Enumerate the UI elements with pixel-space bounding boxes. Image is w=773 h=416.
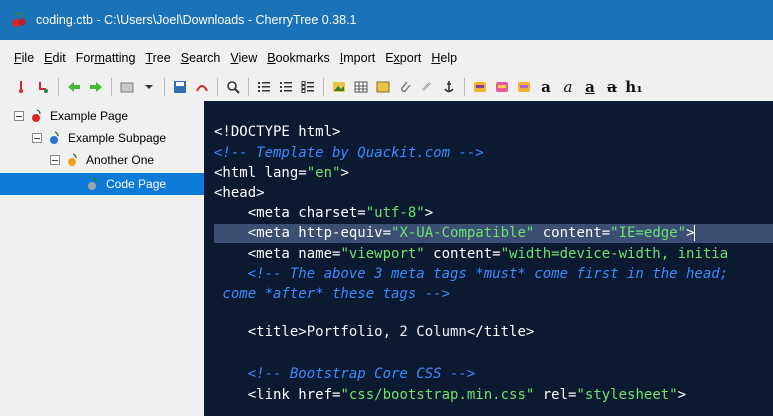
code-line: <!-- Bootstrap Core CSS --> [214,366,476,382]
menu-item-bookmarks[interactable]: Bookmarks [267,51,330,65]
menu-item-edit[interactable]: Edit [44,51,66,65]
code-line: <!DOCTYPE html> [214,124,341,140]
tree-node-example-subpage[interactable]: Example Subpage [0,127,204,149]
node-tree[interactable]: Example Page Example Subpage Another One… [0,101,204,416]
numbered-list-icon[interactable] [275,76,297,98]
save-icon[interactable] [169,76,191,98]
heading1-button[interactable]: h₁ [623,76,645,98]
cherry-gray-icon [86,177,100,191]
collapse-icon[interactable] [32,133,42,143]
menu-item-file[interactable]: File [14,51,34,65]
add-subnode-icon[interactable] [32,76,54,98]
menu-bar: File Edit Formatting Tree Search View Bookmark… [0,47,773,69]
code-line: <meta charset="utf-8"> [214,205,434,221]
todo-list-icon[interactable] [297,76,319,98]
menu-item-search[interactable]: Search [181,51,221,65]
highlight-color-icon[interactable] [491,76,513,98]
bullet-list-icon[interactable] [253,76,275,98]
toolbar: a a a a h₁ [0,74,773,100]
insert-codebox-icon[interactable] [372,76,394,98]
anchor-icon[interactable] [438,76,460,98]
code-line: <!-- The above 3 meta tags *must* come f… [214,266,729,282]
menu-item-view[interactable]: View [230,51,257,65]
code-line: <meta name="viewport" content="width=dev… [214,246,729,262]
menu-item-tree[interactable]: Tree [145,51,170,65]
menu-item-formatting[interactable]: Formatting [76,51,136,65]
code-line: come *after* these tags --> [214,286,451,302]
code-line: <html lang="en"> [214,165,349,181]
title-bar: coding.ctb - C:\Users\Joel\Downloads - C… [0,0,773,40]
tree-node-label: Example Page [50,109,129,123]
tree-node-label: Another One [86,153,155,167]
toolbar-separator [111,78,112,96]
toolbar-separator [217,78,218,96]
cherry-icon [10,11,28,29]
code-line: <head> [214,185,265,201]
code-line: <!-- Template by Quackit.com --> [214,145,484,161]
toolbar-separator [248,78,249,96]
tree-node-another-one[interactable]: Another One [0,149,204,171]
collapse-icon[interactable] [14,111,24,121]
bold-button[interactable]: a [535,76,557,98]
insert-table-icon[interactable] [350,76,372,98]
tree-node-code-page[interactable]: Code Page [0,173,204,195]
toolbar-separator [323,78,324,96]
clear-format-icon[interactable] [513,76,535,98]
tree-node-label: Code Page [106,177,167,191]
text-caret [694,225,696,241]
go-back-icon[interactable] [63,76,85,98]
go-forward-icon[interactable] [85,76,107,98]
export-pdf-icon[interactable] [191,76,213,98]
insert-link-icon[interactable] [416,76,438,98]
collapse-icon[interactable] [50,155,60,165]
cherry-blue-icon [48,131,62,145]
window-title: coding.ctb - C:\Users\Joel\Downloads - C… [36,13,357,27]
toolbar-separator [58,78,59,96]
toolbar-separator [164,78,165,96]
italic-button[interactable]: a [557,76,579,98]
code-editor[interactable]: <!DOCTYPE html> <!-- Template by Quackit… [204,101,773,416]
chevron-down-icon[interactable] [138,76,160,98]
text-color-icon[interactable] [469,76,491,98]
code-line: <title>Portfolio, 2 Column</title> [214,324,535,340]
insert-image-icon[interactable] [328,76,350,98]
tree-node-example-page[interactable]: Example Page [0,105,204,127]
open-file-icon[interactable] [116,76,138,98]
strikethrough-button[interactable]: a [601,76,623,98]
code-line: <meta http-equiv="X-UA-Compatible" conte… [214,225,696,241]
tree-node-label: Example Subpage [68,131,167,145]
attach-file-icon[interactable] [394,76,416,98]
cherry-orange-icon [66,153,80,167]
menu-item-help[interactable]: Help [431,51,457,65]
cherry-red-icon [30,109,44,123]
code-line: <link href="css/bootstrap.min.css" rel="… [214,387,687,403]
toolbar-separator [464,78,465,96]
add-node-icon[interactable] [10,76,32,98]
menu-item-export[interactable]: Export [385,51,421,65]
underline-button[interactable]: a [579,76,601,98]
menu-item-import[interactable]: Import [340,51,375,65]
search-icon[interactable] [222,76,244,98]
